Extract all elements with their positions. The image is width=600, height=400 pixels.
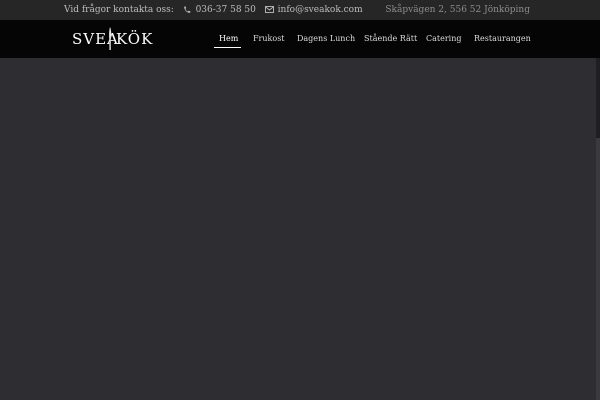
knife-icon xyxy=(107,26,113,56)
logo[interactable]: SVEA KÖK xyxy=(72,26,152,52)
email-link[interactable]: info@sveakok.com xyxy=(278,0,363,20)
mail-icon xyxy=(264,0,274,20)
address-text: Skåpvägen 2, 556 52 Jönköping xyxy=(385,5,530,15)
contact-label: Vid frågor kontakta oss: xyxy=(64,5,174,15)
active-nav-underline xyxy=(214,47,241,48)
top-contact-bar: Vid frågor kontakta oss: 036-37 58 50 in… xyxy=(0,0,600,20)
nav-item-frukost[interactable]: Frukost xyxy=(253,20,285,58)
nav-item-restaurangen[interactable]: Restaurangen xyxy=(474,20,531,58)
phone-icon xyxy=(183,0,191,20)
nav-item-staende-ratt[interactable]: Stående Rätt xyxy=(364,20,417,58)
nav-item-hem[interactable]: Hem xyxy=(219,20,238,58)
logo-word-kok: KÖK xyxy=(116,30,154,48)
nav-item-dagens-lunch[interactable]: Dagens Lunch xyxy=(297,20,355,58)
main-navbar: SVEA KÖK Hem Frukost Dagens Lunch Ståend… xyxy=(0,20,600,58)
page-scrollbar[interactable] xyxy=(596,58,600,400)
nav-item-catering[interactable]: Catering xyxy=(426,20,462,58)
hero-area xyxy=(0,58,600,400)
phone-link[interactable]: 036-37 58 50 xyxy=(196,0,256,20)
scrollbar-thumb[interactable] xyxy=(596,138,600,400)
contact-info: Vid frågor kontakta oss: 036-37 58 50 in… xyxy=(64,0,363,20)
